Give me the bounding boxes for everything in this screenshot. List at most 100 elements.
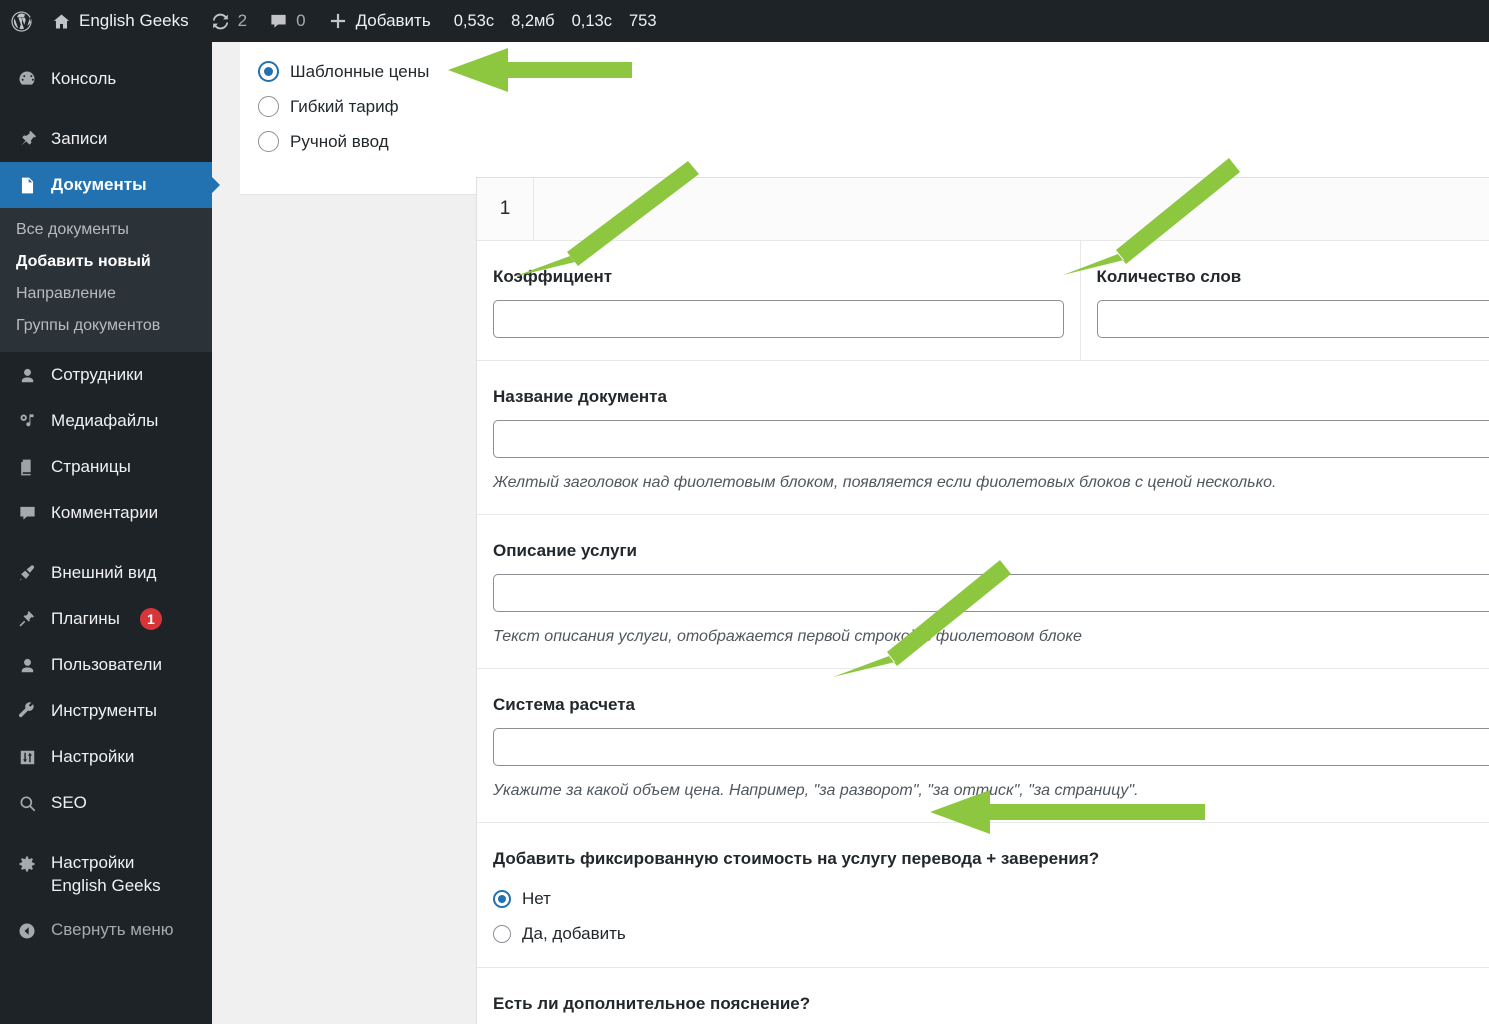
sidebar-item-employees[interactable]: Сотрудники [0,352,212,398]
sidebar-item-add-new[interactable]: Добавить новый [0,246,212,278]
submenu-item-label: Все документы [16,221,129,238]
sidebar-item-tools[interactable]: Инструменты [0,688,212,734]
comment-bubble-icon [269,12,288,31]
question-label: Добавить фиксированную стоимость на услу… [493,849,1100,868]
field-help-text: Желтый заголовок над фиолетовым блоком, … [493,474,1277,491]
comment-icon [16,504,38,523]
collapse-left-icon [16,921,38,941]
radio-indicator[interactable] [493,889,511,908]
comments-button[interactable]: 0 [258,0,316,42]
pricing-mode-radio-group: Шаблонные цены Гибкий тариф Ручной ввод [240,42,1489,195]
updates-icon [211,12,230,31]
sidebar-item-media[interactable]: Медиафайлы [0,398,212,444]
sidebar-item-label: Настройки English Geeks [51,853,161,895]
admin-sidebar: Консоль Записи Документы Все документы Д… [0,42,220,1024]
sidebar-item-label: Страницы [51,456,131,476]
field-coefficient: Коэффициент [477,241,1081,360]
document-title-input[interactable] [493,420,1489,458]
sidebar-item-pages[interactable]: Страницы [0,444,212,490]
field-help-text: Укажите за какой объем цена. Например, "… [493,782,1139,799]
site-name-menu[interactable]: English Geeks [41,0,200,42]
radio-label: Шаблонные цены [290,61,430,81]
main-content: Тип ценообразования Шаблонные цены Гибки… [212,42,1489,1024]
sidebar-item-posts[interactable]: Записи [0,116,212,162]
new-content-button[interactable]: Добавить [317,0,442,42]
field-row-document-title: Название документа Желтый заголовок над … [477,361,1489,515]
radio-indicator[interactable] [493,924,511,943]
sidebar-item-seo[interactable]: SEO [0,780,212,826]
field-word-count: Количество слов [1081,241,1489,360]
sidebar-item-label: SEO [51,792,87,812]
radio-indicator[interactable] [258,131,279,152]
sidebar-item-document-groups[interactable]: Группы документов [0,310,212,342]
updates-button[interactable]: 2 [200,0,258,42]
submenu-item-label: Направление [16,285,116,302]
submenu-item-label: Добавить новый [16,253,151,270]
coefficient-input[interactable] [493,300,1064,338]
word-count-input[interactable] [1096,300,1489,338]
radio-indicator[interactable] [258,96,279,117]
radio-option-no[interactable]: Нет [493,881,1489,916]
collapse-menu-label: Свернуть меню [51,920,174,940]
card-header: 1 [477,177,1489,241]
comments-count: 0 [296,11,306,30]
sidebar-item-label: Комментарии [51,502,159,522]
field-row-fixed-cost-question: Добавить фиксированную стоимость на услу… [477,823,1489,968]
site-name-label: English Geeks [79,11,189,30]
brush-icon [16,563,38,583]
radio-option-template-prices[interactable]: Шаблонные цены [240,54,1489,89]
wrench-icon [16,701,38,721]
price-block-card: 1 Коэффициент Количество слов Название д… [476,177,1489,1024]
calculation-system-input[interactable] [493,728,1489,766]
sidebar-item-appearance[interactable]: Внешний вид [0,550,212,596]
users-icon [16,656,38,675]
sidebar-item-label: Консоль [51,68,117,88]
menu-spacer [0,536,212,550]
collapse-menu-button[interactable]: Свернуть меню [0,908,212,954]
pages-icon [16,458,38,477]
sidebar-item-comments[interactable]: Комментарии [0,490,212,536]
pin-icon [16,129,38,149]
sidebar-item-label: Внешний вид [51,562,157,582]
gear-icon [16,854,38,874]
metric-memory: 8,2мб [511,11,555,30]
home-icon [52,12,71,31]
admin-bar: English Geeks 2 0 Добавить 0,53c 8,2мб 0… [0,0,1489,42]
sidebar-item-english-geeks-settings[interactable]: Настройки English Geeks [0,840,212,908]
question-extra-explanation: Есть ли дополнительное пояснение? Нет Да… [477,968,1489,1024]
field-row-coefficient-wordcount: Коэффициент Количество слов [477,241,1489,361]
sidebar-item-label: Настройки [51,746,135,766]
radio-label: Нет [522,888,551,908]
sidebar-item-users[interactable]: Пользователи [0,642,212,688]
radio-label: Ручной ввод [290,131,389,151]
plus-icon [328,11,348,31]
menu-spacer [0,826,212,840]
field-row-extra-explanation-question: Есть ли дополнительное пояснение? Нет Да… [477,968,1489,1024]
radio-option-flexible-tariff[interactable]: Гибкий тариф [240,89,1489,124]
sidebar-item-direction[interactable]: Направление [0,278,212,310]
document-icon [16,176,38,195]
radio-option-yes-add[interactable]: Да, добавить [493,916,1489,951]
plugins-update-badge: 1 [139,608,162,630]
sidebar-item-plugins[interactable]: Плагины 1 [0,596,212,642]
sidebar-item-label: Медиафайлы [51,410,159,430]
radio-option-manual-input[interactable]: Ручной ввод [240,124,1489,159]
menu-spacer [0,42,212,56]
radio-indicator[interactable] [258,61,279,82]
sidebar-item-documents[interactable]: Документы [0,162,220,208]
documents-submenu: Все документы Добавить новый Направление… [0,208,212,352]
updates-count: 2 [237,11,248,30]
sidebar-item-all-documents[interactable]: Все документы [0,214,212,246]
sidebar-item-settings[interactable]: Настройки [0,734,212,780]
submenu-item-label: Группы документов [16,317,161,334]
wordpress-logo-button[interactable] [0,0,41,42]
field-label: Описание услуги [493,541,638,560]
service-description-input[interactable] [493,574,1489,612]
sidebar-item-dashboard[interactable]: Консоль [0,56,212,102]
media-icon [16,412,38,431]
sidebar-item-label: Пользователи [51,654,162,674]
field-label: Название документа [493,387,667,406]
metric-query-time: 0,53c [453,11,495,30]
sidebar-item-label: Сотрудники [51,364,144,384]
metric-queries: 753 [629,11,657,30]
